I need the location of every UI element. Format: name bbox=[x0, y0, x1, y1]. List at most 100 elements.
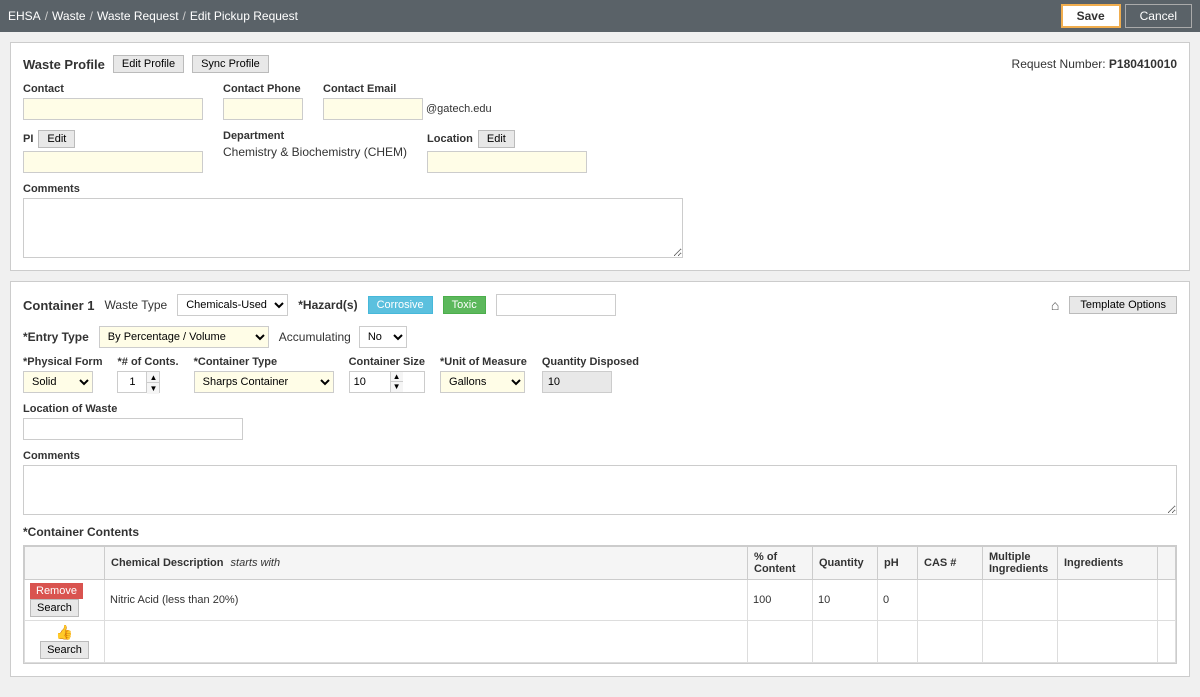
department-group: Department Chemistry & Biochemistry (CHE… bbox=[223, 130, 407, 159]
location-waste-label: Location of Waste bbox=[23, 403, 1177, 415]
th-chemical: Chemical Description starts with bbox=[105, 547, 748, 580]
entry-type-row: *Entry Type By Percentage / Volume By We… bbox=[23, 326, 1177, 348]
container-size-down-button[interactable]: ▼ bbox=[391, 382, 403, 392]
container-title: Container 1 bbox=[23, 298, 95, 313]
remove-button-1[interactable]: Remove bbox=[30, 583, 83, 599]
hazard-toxic-button[interactable]: Toxic bbox=[443, 296, 486, 314]
entry-type-label: *Entry Type bbox=[23, 330, 89, 344]
ph-cell-1: 0 bbox=[878, 580, 918, 621]
edit-profile-button[interactable]: Edit Profile bbox=[113, 55, 184, 73]
qty-cell-1: 10 bbox=[813, 580, 878, 621]
template-options-button[interactable]: Template Options bbox=[1069, 296, 1177, 314]
num-conts-input[interactable] bbox=[117, 371, 147, 393]
container-contents-label: *Container Contents bbox=[23, 525, 1177, 539]
quantity-disposed-input[interactable] bbox=[542, 371, 612, 393]
location-waste-input[interactable] bbox=[23, 418, 243, 440]
search-button-1[interactable]: Search bbox=[30, 599, 79, 617]
container-contents-wrapper: Chemical Description starts with % of Co… bbox=[23, 545, 1177, 664]
waste-profile-title: Waste Profile bbox=[23, 57, 105, 72]
physical-form-row: *Physical Form Solid Liquid Gas *# of Co… bbox=[23, 356, 1177, 393]
sync-profile-button[interactable]: Sync Profile bbox=[192, 55, 269, 73]
pi-edit-button[interactable]: Edit bbox=[38, 130, 75, 148]
num-conts-up-button[interactable]: ▲ bbox=[147, 372, 159, 383]
comments-textarea[interactable] bbox=[23, 198, 683, 258]
container-size-input[interactable] bbox=[350, 372, 390, 392]
num-conts-group: *# of Conts. ▲ ▼ bbox=[117, 356, 178, 393]
table-header-row: Chemical Description starts with % of Co… bbox=[25, 547, 1176, 580]
container-type-label: *Container Type bbox=[194, 356, 334, 368]
th-cas: CAS # bbox=[918, 547, 983, 580]
cas-cell-2 bbox=[918, 621, 983, 663]
container-header: Container 1 Waste Type Chemicals-Used Bi… bbox=[23, 294, 1177, 316]
waste-type-select[interactable]: Chemicals-Used Biological Sharps Other bbox=[177, 294, 288, 316]
comments-label: Comments bbox=[23, 183, 1177, 195]
contact-phone-group: Contact Phone bbox=[223, 83, 303, 120]
contact-email-group: Contact Email @gatech.edu bbox=[323, 83, 492, 120]
main-content: Waste Profile Edit Profile Sync Profile … bbox=[0, 32, 1200, 697]
quantity-disposed-group: Quantity Disposed bbox=[542, 356, 639, 393]
physical-form-group: *Physical Form Solid Liquid Gas bbox=[23, 356, 102, 393]
mult-ing-cell-1 bbox=[983, 580, 1058, 621]
pi-input[interactable] bbox=[23, 151, 203, 173]
container-comments-textarea[interactable] bbox=[23, 465, 1177, 515]
hazard-extra-input[interactable] bbox=[496, 294, 616, 316]
breadcrumb: EHSA / Waste / Waste Request / Edit Pick… bbox=[8, 9, 298, 23]
contact-phone-label: Contact Phone bbox=[223, 83, 303, 95]
ing-cell-1 bbox=[1058, 580, 1158, 621]
accumulating-select[interactable]: No Yes bbox=[359, 326, 407, 348]
physical-form-select[interactable]: Solid Liquid Gas bbox=[23, 371, 93, 393]
container-section: Container 1 Waste Type Chemicals-Used Bi… bbox=[10, 281, 1190, 677]
container-type-select[interactable]: Sharps Container Bottle Drum Box bbox=[194, 371, 334, 393]
unit-of-measure-group: *Unit of Measure Gallons Liters Pounds K… bbox=[440, 356, 527, 393]
cancel-button[interactable]: Cancel bbox=[1125, 4, 1192, 28]
ing-cell-2 bbox=[1058, 621, 1158, 663]
th-ph: pH bbox=[878, 547, 918, 580]
department-value: Chemistry & Biochemistry (CHEM) bbox=[223, 145, 407, 159]
location-group: Location Edit bbox=[427, 130, 587, 173]
breadcrumb-waste-request: Waste Request bbox=[97, 9, 179, 23]
save-button[interactable]: Save bbox=[1061, 4, 1121, 28]
search-button-2[interactable]: Search bbox=[40, 641, 89, 659]
contact-input[interactable] bbox=[23, 98, 203, 120]
location-edit-button[interactable]: Edit bbox=[478, 130, 515, 148]
physical-form-label: *Physical Form bbox=[23, 356, 102, 368]
request-number-label: Request Number: bbox=[1012, 57, 1106, 71]
location-input[interactable] bbox=[427, 151, 587, 173]
contents-table: Chemical Description starts with % of Co… bbox=[24, 546, 1176, 663]
mult-ing-cell-2 bbox=[983, 621, 1058, 663]
home-icon[interactable]: ⌂ bbox=[1051, 297, 1059, 313]
th-scroll bbox=[1158, 547, 1176, 580]
th-actions bbox=[25, 547, 105, 580]
request-number-value: P180410010 bbox=[1109, 57, 1177, 71]
waste-profile-section: Waste Profile Edit Profile Sync Profile … bbox=[10, 42, 1190, 271]
num-conts-down-button[interactable]: ▼ bbox=[147, 383, 159, 394]
accumulating-label: Accumulating bbox=[279, 330, 351, 344]
qty-cell-2 bbox=[813, 621, 878, 663]
breadcrumb-waste: Waste bbox=[52, 9, 86, 23]
container-comments-label: Comments bbox=[23, 450, 1177, 462]
location-label: Location bbox=[427, 133, 473, 145]
th-qty: Quantity bbox=[813, 547, 878, 580]
contact-label: Contact bbox=[23, 83, 203, 95]
waste-type-label: Waste Type bbox=[105, 298, 168, 312]
unit-of-measure-label: *Unit of Measure bbox=[440, 356, 527, 368]
num-conts-label: *# of Conts. bbox=[117, 356, 178, 368]
location-waste-group: Location of Waste bbox=[23, 403, 1177, 440]
unit-of-measure-select[interactable]: Gallons Liters Pounds Kilograms bbox=[440, 371, 525, 393]
contact-phone-input[interactable] bbox=[223, 98, 303, 120]
pct-cell-2 bbox=[748, 621, 813, 663]
accumulating-row: Accumulating No Yes bbox=[279, 326, 407, 348]
contact-email-label: Contact Email bbox=[323, 83, 492, 95]
container-comments-group: Comments bbox=[23, 450, 1177, 515]
profile-row-1: Contact Contact Phone Contact Email @gat… bbox=[23, 83, 1177, 120]
th-pct: % of Content bbox=[748, 547, 813, 580]
entry-type-select[interactable]: By Percentage / Volume By Weight bbox=[99, 326, 269, 348]
table-row: 👍 Search bbox=[25, 621, 1176, 663]
comments-group: Comments bbox=[23, 183, 1177, 258]
contact-email-input[interactable] bbox=[323, 98, 423, 120]
hazard-corrosive-button[interactable]: Corrosive bbox=[368, 296, 433, 314]
waste-profile-header: Waste Profile Edit Profile Sync Profile … bbox=[23, 55, 1177, 73]
request-number: Request Number: P180410010 bbox=[1012, 57, 1177, 71]
container-size-up-button[interactable]: ▲ bbox=[391, 372, 403, 382]
topbar-actions: Save Cancel bbox=[1061, 4, 1192, 28]
